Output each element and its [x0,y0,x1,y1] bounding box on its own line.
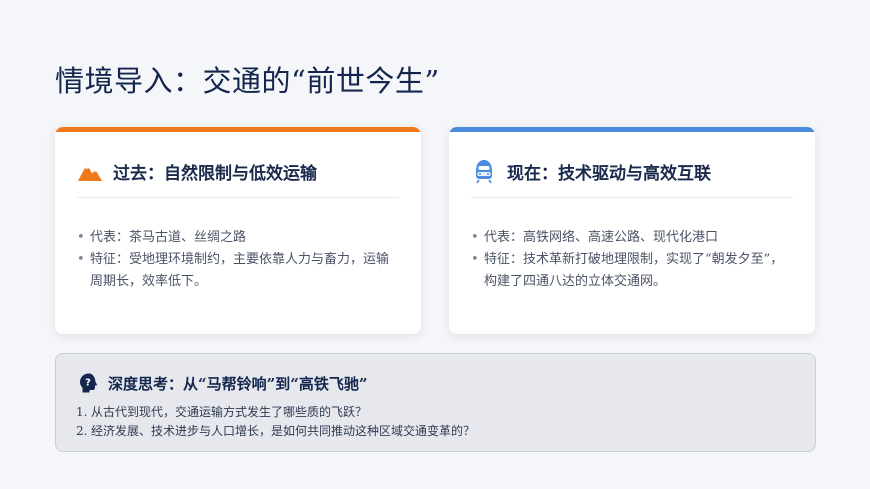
list-item: 代表：高铁网络、高速公路、现代化港口 [471,227,795,249]
card-header: 现在：技术驱动与高效互联 [471,153,793,198]
high-speed-train-icon [471,158,497,184]
question-text: 从古代到现代，交通运输方式发生了哪些质的飞跃？ [91,405,368,419]
card-heading: 过去：自然限制与低效运输 [113,163,317,184]
card-past: 过去：自然限制与低效运输 代表：茶马古道、丝绸之路 特征：受地理环境制约，主要依… [55,127,421,334]
question-text: 经济发展、技术进步与人口增长，是如何共同推动这种区域交通变革的？ [91,424,476,438]
head-question-icon: ? [78,372,100,394]
list-item: 2. 经济发展、技术进步与人口增长，是如何共同推动这种区域交通变革的？ [76,422,475,441]
list-item: 代表：茶马古道、丝绸之路 [77,227,401,249]
item-number: 1. [76,405,88,419]
list-item: 特征：受地理环境制约，主要依靠人力与畜力，运输周期长，效率低下。 [77,249,401,293]
svg-text:?: ? [85,378,91,389]
bullet-list: 代表：高铁网络、高速公路、现代化港口 特征：技术革新打破地理限制，实现了“朝发夕… [471,227,795,293]
item-number: 2. [76,424,88,438]
thinking-heading: 深度思考：从“马帮铃响”到“高铁飞驰” [108,374,368,393]
card-heading: 现在：技术驱动与高效互联 [507,163,711,184]
card-header: 过去：自然限制与低效运输 [77,153,399,198]
list-item: 1. 从古代到现代，交通运输方式发生了哪些质的飞跃？ [76,403,475,422]
page-title: 情境导入：交通的“前世今生” [55,64,440,98]
question-list: 1. 从古代到现代，交通运输方式发生了哪些质的飞跃？ 2. 经济发展、技术进步与人口… [76,403,475,441]
card-present: 现在：技术驱动与高效互联 代表：高铁网络、高速公路、现代化港口 特征：技术革新打… [449,127,815,334]
card-accent-bar-orange [55,127,421,132]
list-item: 特征：技术革新打破地理限制，实现了“朝发夕至”，构建了四通八达的立体交通网。 [471,249,795,293]
mountain-icon [77,158,103,184]
card-accent-bar-blue [449,127,815,132]
bullet-list: 代表：茶马古道、丝绸之路 特征：受地理环境制约，主要依靠人力与畜力，运输周期长，… [77,227,401,293]
thinking-panel: ? 深度思考：从“马帮铃响”到“高铁飞驰” 1. 从古代到现代，交通运输方式发生了… [55,353,816,452]
thinking-header: ? 深度思考：从“马帮铃响”到“高铁飞驰” [78,372,368,394]
